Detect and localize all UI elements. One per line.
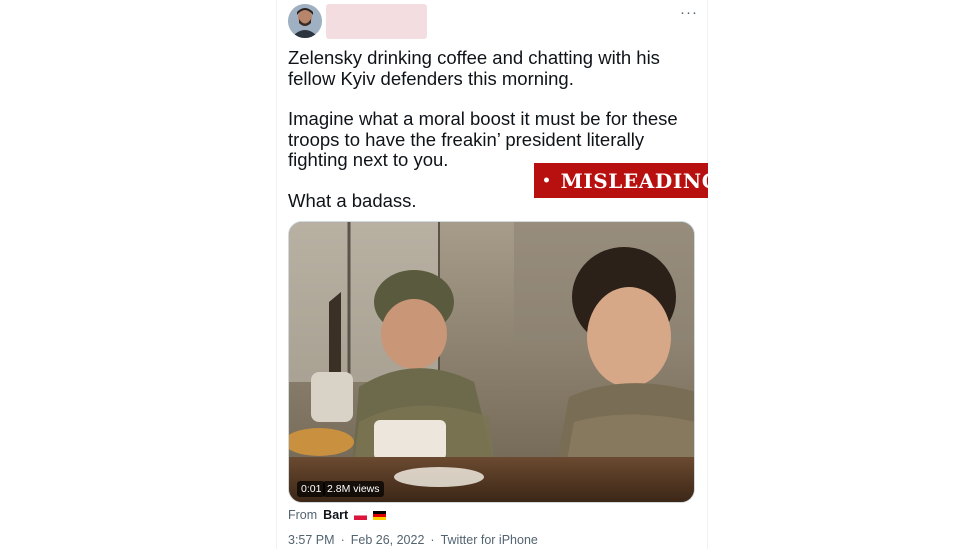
redacted-username bbox=[326, 4, 427, 39]
germany-flag-icon bbox=[373, 510, 387, 520]
from-attribution: From Bart bbox=[288, 507, 387, 523]
avatar[interactable] bbox=[288, 4, 322, 38]
tweet-paragraph: Zelensky drinking coffee and chatting wi… bbox=[288, 47, 660, 89]
from-label: From bbox=[288, 508, 318, 522]
separator: · bbox=[430, 533, 435, 547]
misleading-label-text: MISLEADING bbox=[560, 168, 720, 193]
poland-flag-icon bbox=[354, 510, 368, 520]
bullet-icon: • bbox=[542, 172, 552, 189]
video-time: 0:01 bbox=[297, 481, 326, 497]
separator: · bbox=[340, 533, 345, 547]
video-views: 2.8M views bbox=[323, 481, 384, 497]
video-frame-image bbox=[289, 222, 694, 502]
misleading-label: • MISLEADING bbox=[534, 163, 719, 198]
tweet-source[interactable]: Twitter for iPhone bbox=[441, 533, 538, 547]
video-player[interactable]: 0:01 2.8M views bbox=[288, 221, 695, 503]
from-user-link[interactable]: Bart bbox=[323, 508, 348, 522]
tweet-metadata: 3:57 PM · Feb 26, 2022 · Twitter for iPh… bbox=[288, 532, 538, 548]
more-dots-icon[interactable]: ··· bbox=[678, 4, 700, 22]
tweet-time[interactable]: 3:57 PM bbox=[288, 533, 335, 547]
tweet-paragraph: Imagine what a moral boost it must be fo… bbox=[288, 108, 678, 170]
tweet-date[interactable]: Feb 26, 2022 bbox=[351, 533, 425, 547]
